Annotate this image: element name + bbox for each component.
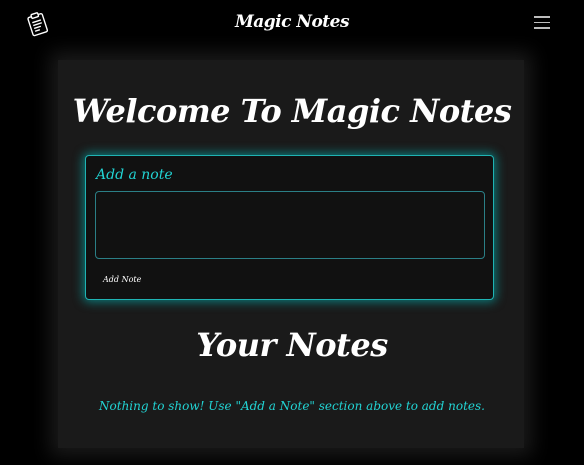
add-note-card: Add a note Add Note: [85, 155, 494, 300]
note-textarea[interactable]: [95, 191, 485, 259]
add-note-label: Add a note: [96, 167, 173, 183]
hamburger-menu-icon[interactable]: [534, 16, 550, 30]
empty-notes-message: Nothing to show! Use "Add a Note" sectio…: [99, 399, 485, 413]
app-title[interactable]: Magic Notes: [0, 12, 584, 32]
navbar: Magic Notes: [0, 0, 584, 48]
add-note-button[interactable]: Add Note: [97, 273, 147, 286]
your-notes-title: Your Notes: [196, 326, 388, 364]
welcome-title: Welcome To Magic Notes: [72, 92, 512, 130]
